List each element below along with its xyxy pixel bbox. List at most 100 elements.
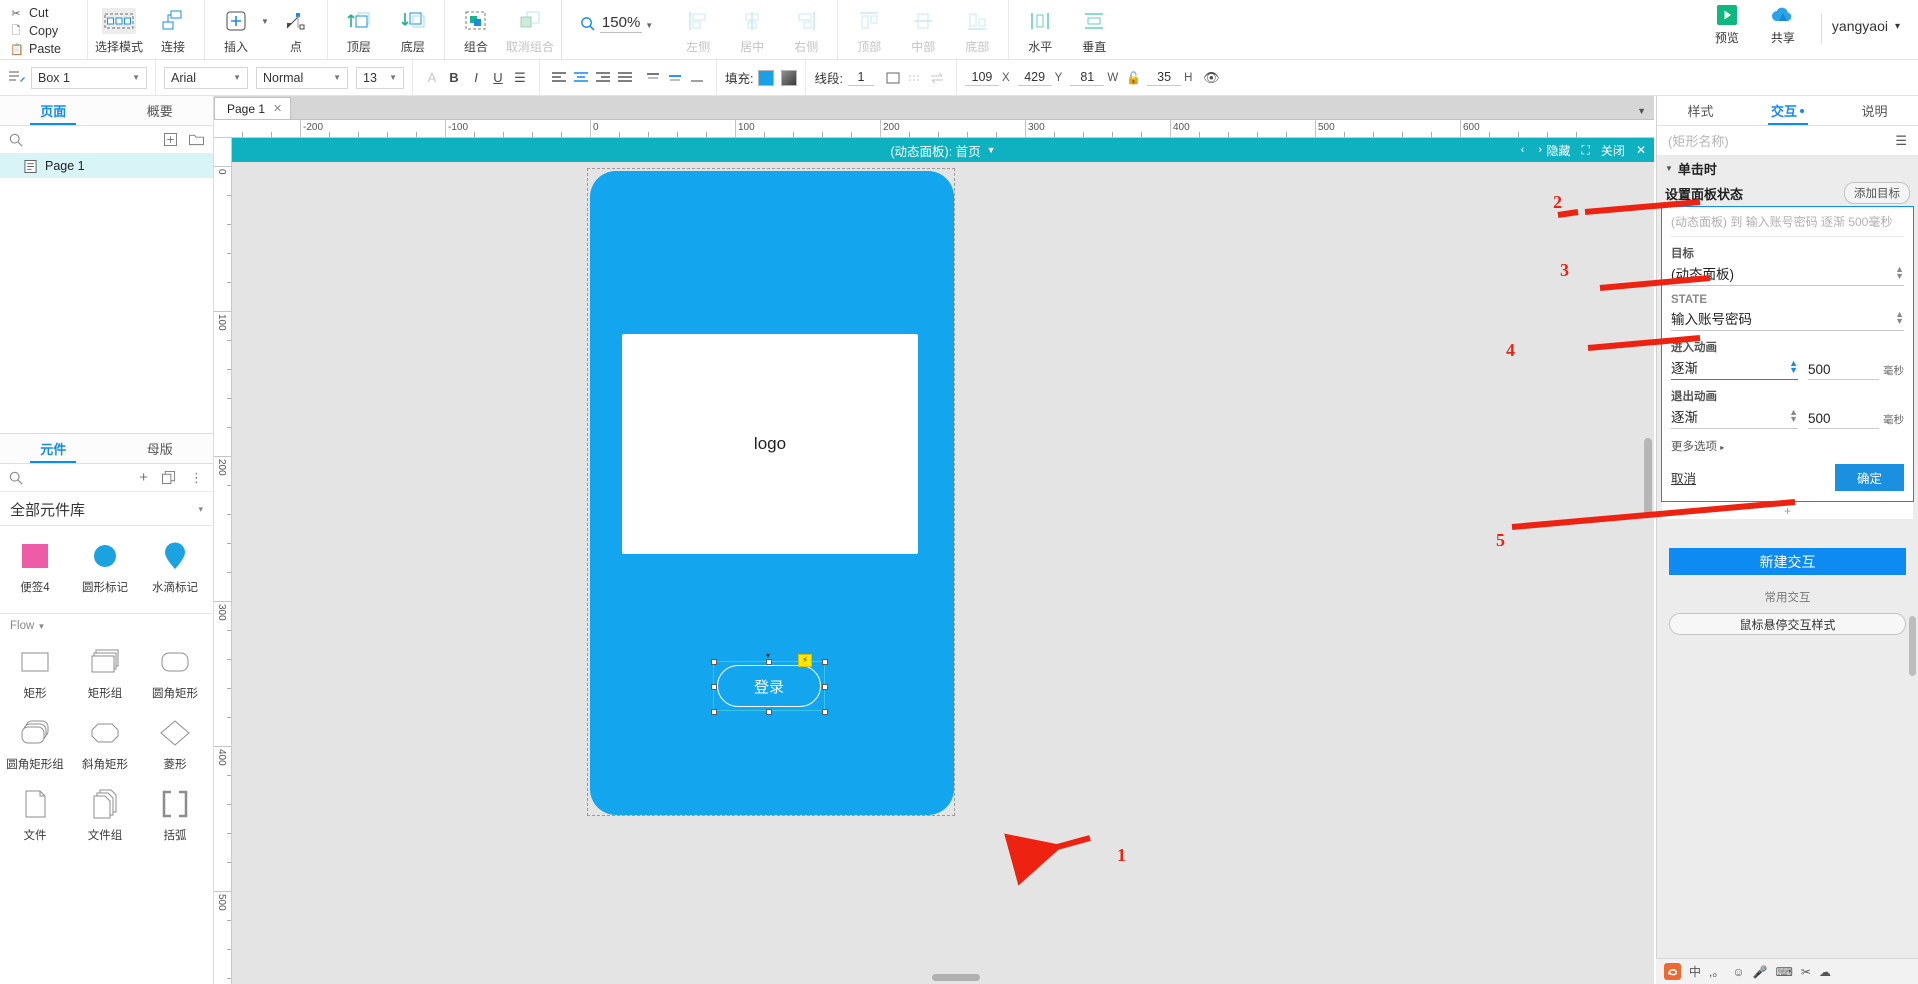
bring-front-button[interactable]: 顶层 xyxy=(332,3,386,57)
right-panel-scrollbar[interactable] xyxy=(1909,616,1916,676)
widget-rounded-rect-stack[interactable]: 圆角矩形组 xyxy=(0,713,70,772)
tab-outline[interactable]: 概要 xyxy=(107,96,214,125)
send-back-button[interactable]: 底层 xyxy=(386,3,440,57)
tab-pages[interactable]: 页面 xyxy=(0,96,107,125)
widget-rectangle-stack[interactable]: 矩形组 xyxy=(70,642,140,701)
sogou-logo-icon[interactable] xyxy=(1664,963,1681,980)
fill-color-swatch[interactable] xyxy=(758,69,775,86)
border-style-button[interactable] xyxy=(882,67,904,89)
close-panel-button[interactable]: 关闭 xyxy=(1601,142,1625,159)
cancel-button[interactable]: 取消 xyxy=(1671,468,1696,487)
flow-group-header[interactable]: Flow ▼ xyxy=(0,613,213,632)
canvas-vertical-scrollbar[interactable] xyxy=(1644,438,1652,518)
tab-notes[interactable]: 说明 xyxy=(1831,96,1918,125)
align-left-button[interactable]: 左侧 xyxy=(671,3,725,57)
add-folder-icon[interactable] xyxy=(189,133,204,146)
resize-handle-w[interactable] xyxy=(710,684,717,690)
underline-button[interactable]: U xyxy=(487,67,509,89)
bullet-list-button[interactable]: ☰ xyxy=(509,67,531,89)
add-target-button[interactable]: 添加目标 xyxy=(1844,182,1910,204)
widget-bracket[interactable]: 括弧 xyxy=(140,784,210,843)
ime-voice-icon[interactable]: 🎤 xyxy=(1753,965,1768,979)
lock-ratio-icon[interactable]: 🔓 xyxy=(1126,71,1141,85)
group-button[interactable]: 组合 xyxy=(449,3,503,57)
align-justify-text-button[interactable] xyxy=(614,67,636,89)
align-center-text-button[interactable] xyxy=(570,67,592,89)
close-icon[interactable]: ✕ xyxy=(273,102,282,115)
widget-name-select[interactable]: Box 1 ▼ xyxy=(31,66,147,89)
font-style-select[interactable]: Normal ▼ xyxy=(256,66,348,89)
prev-state-icon[interactable]: ‹ xyxy=(1521,144,1525,156)
tab-widgets[interactable]: 元件 xyxy=(0,434,107,463)
ime-punctuation-icon[interactable]: ,。 xyxy=(1709,963,1724,980)
gradient-swatch[interactable] xyxy=(781,69,798,86)
next-state-icon[interactable]: › xyxy=(1538,144,1542,156)
search-icon[interactable] xyxy=(9,133,23,147)
share-button[interactable]: 共享 xyxy=(1755,4,1811,46)
rotate-handle-icon[interactable]: ▾ xyxy=(766,651,770,660)
cut-button[interactable]: ✂ Cut xyxy=(8,4,87,22)
resize-handle-e[interactable] xyxy=(822,684,828,690)
copy-button[interactable]: 🗋 Copy xyxy=(8,22,87,40)
resize-handle-s[interactable] xyxy=(766,709,772,715)
align-middle-button[interactable]: 中部 xyxy=(896,3,950,57)
phone-frame[interactable]: logo 登录 ▾ ⚡ xyxy=(587,168,955,816)
chevron-down-icon[interactable]: ▼ xyxy=(987,145,996,155)
user-menu[interactable]: yangyaoi ▾ xyxy=(1832,18,1900,34)
preview-button[interactable]: 预览 xyxy=(1699,4,1755,46)
new-interaction-button[interactable]: 新建交互 xyxy=(1669,548,1906,575)
ime-screenshot-icon[interactable]: ✂ xyxy=(1801,965,1811,979)
ime-emoji-icon[interactable]: ☺ xyxy=(1732,965,1744,979)
visibility-icon[interactable]: 👁 xyxy=(1200,67,1222,89)
tab-interactions[interactable]: 交互 xyxy=(1744,96,1831,125)
widget-rounded-rect[interactable]: 圆角矩形 xyxy=(140,642,210,701)
zoom-value[interactable]: 150% xyxy=(599,14,643,33)
ungroup-button[interactable]: 取消组合 xyxy=(503,3,557,57)
resize-handle-ne[interactable] xyxy=(822,658,828,665)
insert-button[interactable]: 插入 xyxy=(209,3,263,57)
x-input[interactable]: 109 xyxy=(964,70,999,86)
search-icon[interactable] xyxy=(9,471,23,485)
paste-button[interactable]: 📋 Paste xyxy=(8,40,87,58)
hide-button[interactable]: 隐藏 xyxy=(1547,142,1571,159)
align-right-button[interactable]: 右侧 xyxy=(779,3,833,57)
enter-animation-select[interactable]: 逐渐 ▲ ▼ xyxy=(1671,355,1798,380)
add-library-icon[interactable]: + xyxy=(139,469,148,486)
exit-animation-select[interactable]: 逐渐 ▲ ▼ xyxy=(1671,404,1798,429)
align-left-text-button[interactable] xyxy=(548,67,570,89)
tab-masters[interactable]: 母版 xyxy=(107,434,214,463)
connect-button[interactable]: 连接 xyxy=(146,3,200,57)
distribute-h-button[interactable]: 水平 xyxy=(1013,3,1067,57)
add-page-icon[interactable] xyxy=(164,133,177,146)
w-input[interactable]: 81 xyxy=(1070,70,1105,86)
exit-animation-ms-input[interactable]: 500 xyxy=(1808,409,1879,429)
bold-button[interactable]: B xyxy=(443,67,465,89)
arrow-style-button[interactable] xyxy=(926,67,948,89)
interaction-flag-icon[interactable]: ⚡ xyxy=(798,654,812,667)
state-select[interactable]: 输入账号密码 ▲ ▼ xyxy=(1671,306,1904,331)
widget-file-stack[interactable]: 文件组 xyxy=(70,784,140,843)
select-mode-button[interactable]: 选择模式 xyxy=(92,3,146,57)
widget-sticky-note[interactable]: 便签4 xyxy=(0,536,70,595)
library-selector[interactable]: 全部元件库 ▾ xyxy=(0,492,213,526)
align-bottom-button[interactable]: 底部 xyxy=(950,3,1004,57)
font-size-select[interactable]: 13 ▼ xyxy=(356,66,404,89)
align-top-button[interactable]: 顶部 xyxy=(842,3,896,57)
page-item-page-1[interactable]: Page 1 xyxy=(0,154,213,178)
widget-octagon[interactable]: 斜角矩形 xyxy=(70,713,140,772)
font-color-button[interactable]: A xyxy=(421,67,443,89)
action-label[interactable]: 设置面板状态 xyxy=(1665,184,1743,203)
y-input[interactable]: 429 xyxy=(1017,70,1052,86)
close-icon[interactable]: ✕ xyxy=(1636,143,1646,157)
canvas-tab-page-1[interactable]: Page 1 ✕ xyxy=(214,97,292,119)
valign-bottom-button[interactable] xyxy=(686,67,708,89)
font-family-select[interactable]: Arial ▼ xyxy=(164,66,248,89)
distribute-v-button[interactable]: 垂直 xyxy=(1067,3,1121,57)
tab-style[interactable]: 样式 xyxy=(1657,96,1744,125)
sliders-icon[interactable]: ☰ xyxy=(1895,133,1907,149)
align-right-text-button[interactable] xyxy=(592,67,614,89)
ime-lang-button[interactable]: 中 xyxy=(1689,963,1701,980)
resize-handle-sw[interactable] xyxy=(710,709,717,715)
h-input[interactable]: 35 xyxy=(1147,70,1182,86)
hover-style-button[interactable]: 鼠标悬停交互样式 xyxy=(1669,613,1906,635)
